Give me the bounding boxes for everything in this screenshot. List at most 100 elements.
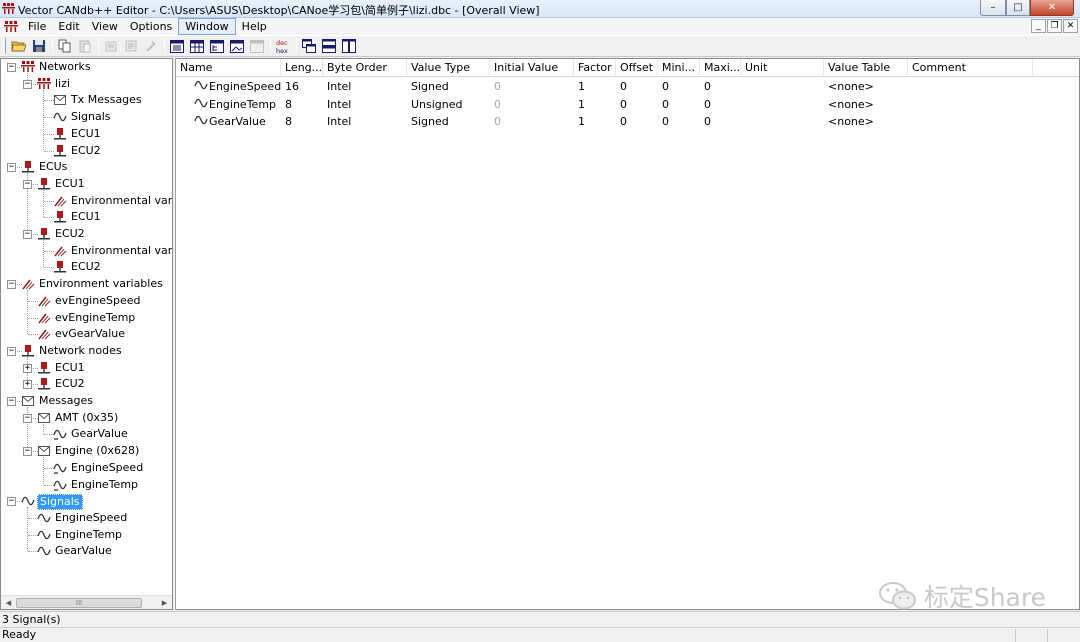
menu-edit[interactable]: Edit: [52, 19, 85, 34]
column-header-comment[interactable]: Comment: [908, 59, 1033, 77]
status-bar: Ready: [0, 627, 1080, 642]
tree-item[interactable]: − Network nodes: [1, 343, 172, 359]
tree-item[interactable]: − AMT (0x35): [1, 410, 172, 426]
maximize-button[interactable]: □: [1006, 0, 1030, 16]
dec-hex-icon[interactable]: dec hex: [275, 38, 291, 54]
tile-vertical-icon[interactable]: [341, 38, 357, 54]
tree-item[interactable]: evGearValue: [1, 326, 172, 342]
tree-item[interactable]: Environmental variables: [1, 193, 172, 209]
tree-item[interactable]: − Engine (0x628): [1, 443, 172, 459]
collapse-icon[interactable]: −: [23, 230, 32, 239]
tree-item[interactable]: ECU1: [1, 209, 172, 225]
tree-item[interactable]: Signals: [1, 109, 172, 125]
column-header-value-table[interactable]: Value Table: [824, 59, 908, 77]
tree-item[interactable]: ECU1: [1, 126, 172, 142]
column-header-minimum[interactable]: Mini...: [658, 59, 700, 77]
cascade-windows-icon[interactable]: [301, 38, 317, 54]
collapse-icon[interactable]: −: [7, 397, 16, 406]
view-details-icon[interactable]: [189, 38, 205, 54]
tree-item[interactable]: − Signals: [1, 493, 172, 511]
collapse-icon[interactable]: −: [23, 79, 32, 89]
paste-icon[interactable]: [77, 38, 93, 54]
minimize-button[interactable]: –: [980, 0, 1006, 16]
table-row[interactable]: GearValue 8 Intel Signed 0 1 0 0 0 <none>: [176, 113, 1079, 131]
tree-item[interactable]: − Environment variables: [1, 276, 172, 292]
collapse-icon[interactable]: −: [7, 163, 16, 173]
column-header-unit[interactable]: Unit: [741, 59, 824, 77]
menu-view[interactable]: View: [86, 19, 124, 34]
overall-view-tree[interactable]: − Networks − lizi Tx Messages Signals ECU1 ECU2…: [0, 58, 173, 610]
tree-item[interactable]: − Networks: [1, 59, 172, 75]
status-panel: [1047, 629, 1048, 642]
table-row[interactable]: EngineSpeed 16 Intel Signed 0 1 0 0 0 <none>: [176, 78, 1079, 96]
signal-icon: [194, 79, 208, 90]
expand-icon[interactable]: +: [23, 363, 32, 373]
tree-item[interactable]: evEngineTemp: [1, 310, 172, 326]
tree-item[interactable]: + ECU1: [1, 360, 172, 376]
open-folder-icon[interactable]: [11, 38, 27, 54]
new-object-icon[interactable]: [103, 38, 119, 54]
collapse-icon[interactable]: −: [23, 179, 32, 189]
toolbar-grip[interactable]: [3, 38, 6, 54]
view-disabled-icon[interactable]: [249, 38, 265, 54]
cell-unit: [741, 113, 824, 131]
collapse-icon[interactable]: −: [7, 280, 16, 290]
menu-help[interactable]: Help: [236, 19, 273, 34]
tree-item[interactable]: EngineTemp: [1, 527, 172, 543]
collapse-icon[interactable]: −: [7, 497, 16, 507]
tool-icon[interactable]: [143, 38, 159, 54]
view-tree-icon[interactable]: [209, 38, 225, 54]
tree-item[interactable]: ECU2: [1, 143, 172, 159]
column-header-offset[interactable]: Offset: [616, 59, 658, 77]
scroll-right-arrow-icon[interactable]: ▶: [158, 597, 171, 609]
tree-item[interactable]: EngineSpeed: [1, 510, 172, 526]
column-header-factor[interactable]: Factor: [574, 59, 616, 77]
signals-table[interactable]: Name Leng... Byte Order Value Type Initial V…: [175, 58, 1080, 610]
tree-horizontal-scrollbar[interactable]: ◀ III ▶: [1, 595, 172, 609]
properties-icon[interactable]: [123, 38, 139, 54]
document-system-icon[interactable]: [4, 20, 18, 33]
mdi-minimize-button[interactable]: _: [1031, 19, 1046, 33]
copy-icon[interactable]: [57, 38, 73, 54]
collapse-icon[interactable]: −: [7, 63, 16, 72]
scroll-thumb[interactable]: III: [16, 598, 142, 608]
menu-file[interactable]: File: [22, 19, 52, 34]
column-header-maximum[interactable]: Maxi...: [700, 59, 741, 77]
tree-item[interactable]: GearValue: [1, 426, 172, 442]
expand-icon[interactable]: +: [23, 380, 32, 390]
tree-item[interactable]: − ECUs: [1, 159, 172, 175]
cell-comment: [908, 96, 1033, 114]
tree-item[interactable]: + ECU2: [1, 376, 172, 392]
view-list-icon[interactable]: [169, 38, 185, 54]
tree-item[interactable]: evEngineSpeed: [1, 293, 172, 309]
save-icon[interactable]: [31, 38, 47, 54]
column-header-name[interactable]: Name: [176, 59, 281, 77]
column-header-byte-order[interactable]: Byte Order: [323, 59, 407, 77]
column-header-value-type[interactable]: Value Type: [407, 59, 490, 77]
tree-item[interactable]: − ECU1: [1, 176, 172, 192]
tree-item[interactable]: EngineTemp: [1, 477, 172, 493]
menu-window[interactable]: Window: [178, 18, 236, 35]
collapse-icon[interactable]: −: [23, 413, 32, 423]
tree-item[interactable]: GearValue: [1, 543, 172, 559]
tree-item[interactable]: Tx Messages: [1, 92, 172, 108]
scroll-left-arrow-icon[interactable]: ◀: [2, 597, 15, 609]
tree-item[interactable]: Environmental variables: [1, 243, 172, 259]
tree-item[interactable]: − Messages: [1, 393, 172, 409]
mdi-close-button[interactable]: ✕: [1063, 19, 1078, 33]
mdi-restore-button[interactable]: ❐: [1047, 19, 1062, 33]
column-header-length[interactable]: Leng...: [281, 59, 323, 77]
table-row[interactable]: EngineTemp 8 Intel Unsigned 0 1 0 0 0 <none>: [176, 96, 1079, 114]
message-icon: [37, 445, 51, 457]
collapse-icon[interactable]: −: [23, 447, 32, 457]
tree-item[interactable]: − lizi: [1, 76, 172, 92]
view-image-icon[interactable]: [229, 38, 245, 54]
menu-options[interactable]: Options: [124, 19, 178, 34]
tree-item[interactable]: EngineSpeed: [1, 460, 172, 476]
column-header-initial-value[interactable]: Initial Value: [490, 59, 574, 77]
close-button[interactable]: ✕: [1030, 0, 1074, 16]
tile-horizontal-icon[interactable]: [321, 38, 337, 54]
tree-item[interactable]: ECU2: [1, 259, 172, 275]
collapse-icon[interactable]: −: [7, 346, 16, 356]
tree-item[interactable]: − ECU2: [1, 226, 172, 242]
